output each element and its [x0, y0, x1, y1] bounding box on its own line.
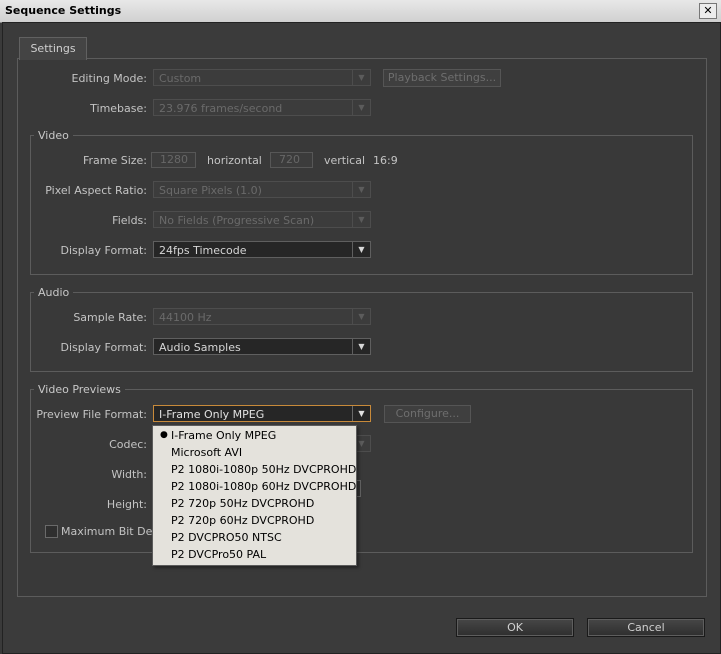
sample-rate-value: 44100 Hz [159, 311, 212, 324]
dropdown-option[interactable]: P2 720p 50Hz DVCPROHD [153, 495, 354, 512]
chevron-down-icon: ▼ [352, 182, 370, 197]
pixel-aspect-select[interactable]: Square Pixels (1.0) ▼ [153, 181, 371, 198]
timebase-value: 23.976 frames/second [159, 102, 283, 115]
audio-display-format-value: Audio Samples [159, 341, 241, 354]
video-group-title: Video [34, 129, 73, 142]
preview-file-format-label: Preview File Format: [36, 408, 147, 421]
sample-rate-select[interactable]: 44100 Hz ▼ [153, 308, 371, 325]
close-button[interactable]: ✕ [699, 3, 717, 19]
horizontal-label: horizontal [207, 154, 262, 167]
audio-display-format-label: Display Format: [60, 341, 147, 354]
video-display-format-value: 24fps Timecode [159, 244, 247, 257]
video-previews-group-title: Video Previews [34, 383, 125, 396]
fields-label: Fields: [112, 214, 147, 227]
frame-size-label: Frame Size: [82, 154, 147, 167]
preview-file-format-dropdown: ● I-Frame Only MPEG Microsoft AVI P2 108… [152, 425, 357, 566]
dropdown-option[interactable]: Microsoft AVI [153, 444, 354, 461]
preview-height-label: Height: [106, 498, 147, 511]
audio-display-format-select[interactable]: Audio Samples ▼ [153, 338, 371, 355]
chevron-down-icon: ▼ [352, 309, 370, 324]
preview-width-label: Width: [111, 468, 147, 481]
dropdown-option[interactable]: P2 720p 60Hz DVCPROHD [153, 512, 354, 529]
window-title: Sequence Settings [5, 4, 122, 17]
pixel-aspect-label: Pixel Aspect Ratio: [45, 184, 147, 197]
ok-button[interactable]: OK [456, 618, 574, 637]
frame-height-field[interactable]: 720 [270, 152, 313, 168]
chevron-down-icon: ▼ [352, 339, 370, 354]
vertical-label: vertical [324, 154, 366, 167]
max-bit-depth-checkbox[interactable] [45, 525, 58, 538]
chevron-down-icon: ▼ [352, 242, 370, 257]
audio-group [30, 292, 693, 372]
chevron-down-icon: ▼ [352, 212, 370, 227]
selected-bullet-icon: ● [160, 430, 168, 440]
dropdown-option[interactable]: P2 1080i-1080p 50Hz DVCPROHD [153, 461, 356, 478]
fields-select[interactable]: No Fields (Progressive Scan) ▼ [153, 211, 371, 228]
max-bit-depth-label: Maximum Bit Dept [61, 525, 164, 538]
sample-rate-label: Sample Rate: [73, 311, 147, 324]
timebase-label: Timebase: [90, 102, 147, 115]
preview-file-format-select[interactable]: I-Frame Only MPEG ▼ [153, 405, 371, 422]
aspect-ratio-text: 16:9 [373, 154, 398, 167]
dropdown-option[interactable]: ● I-Frame Only MPEG [153, 427, 354, 444]
editing-mode-select[interactable]: Custom ▼ [153, 69, 371, 86]
frame-width-field[interactable]: 1280 [151, 152, 196, 168]
audio-group-title: Audio [34, 286, 74, 299]
pixel-aspect-value: Square Pixels (1.0) [159, 184, 262, 197]
editing-mode-label: Editing Mode: [71, 72, 148, 85]
chevron-down-icon: ▼ [352, 406, 370, 421]
timebase-select[interactable]: 23.976 frames/second ▼ [153, 99, 371, 116]
cancel-button[interactable]: Cancel [587, 618, 705, 637]
dropdown-option[interactable]: P2 DVCPro50 PAL [153, 546, 354, 563]
playback-settings-button[interactable]: Playback Settings... [383, 69, 501, 87]
chevron-down-icon: ▼ [352, 70, 370, 85]
tab-settings[interactable]: Settings [19, 37, 87, 60]
editing-mode-value: Custom [159, 72, 202, 85]
title-bar: Sequence Settings ✕ [0, 0, 721, 23]
chevron-down-icon: ▼ [352, 100, 370, 115]
dropdown-option[interactable]: P2 1080i-1080p 60Hz DVCPROHD [153, 478, 356, 495]
video-display-format-select[interactable]: 24fps Timecode ▼ [153, 241, 371, 258]
configure-button[interactable]: Configure... [384, 405, 471, 423]
dropdown-option[interactable]: P2 DVCPRO50 NTSC [153, 529, 354, 546]
video-display-format-label: Display Format: [60, 244, 147, 257]
preview-file-format-value: I-Frame Only MPEG [159, 408, 265, 421]
fields-value: No Fields (Progressive Scan) [159, 214, 315, 227]
codec-label: Codec: [109, 438, 147, 451]
